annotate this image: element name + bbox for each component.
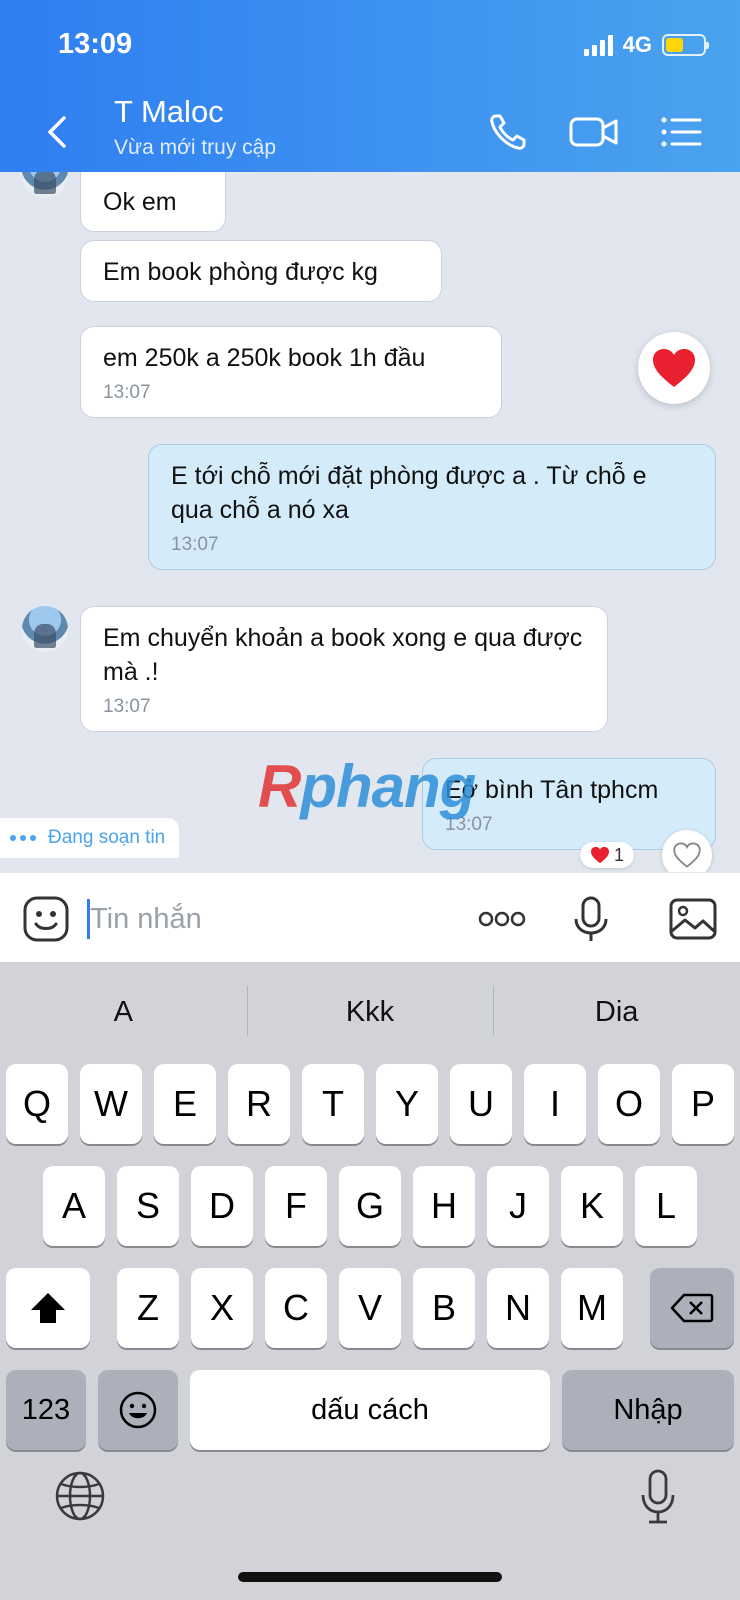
key-i[interactable]: I	[524, 1064, 586, 1144]
key-x[interactable]: X	[191, 1268, 253, 1348]
key-a[interactable]: A	[43, 1166, 105, 1246]
message-text: Eở bình Tân tphcm	[445, 776, 659, 804]
numbers-key[interactable]: 123	[6, 1370, 86, 1450]
typing-indicator: Đang soạn tin	[0, 818, 180, 858]
emoji-key[interactable]	[98, 1370, 178, 1450]
battery-icon	[662, 34, 709, 56]
key-p[interactable]: P	[672, 1064, 734, 1144]
key-t[interactable]: T	[302, 1064, 364, 1144]
message-bubble-outgoing[interactable]: E tới chỗ mới đặt phòng được a . Từ chỗ …	[148, 444, 716, 570]
shift-icon	[31, 1293, 65, 1323]
message-text: E tới chỗ mới đặt phòng được a . Từ chỗ …	[171, 462, 647, 524]
typing-text: Đang soạn tin	[48, 827, 166, 848]
contact-avatar[interactable]	[22, 606, 68, 652]
key-s[interactable]: S	[117, 1166, 179, 1246]
suggestion-item[interactable]: Kkk	[246, 985, 494, 1036]
suggestion-bar: A Kkk Dia	[0, 962, 740, 1062]
key-u[interactable]: U	[450, 1064, 512, 1144]
key-v[interactable]: V	[339, 1268, 401, 1348]
heart-icon	[591, 846, 609, 864]
key-d[interactable]: D	[191, 1166, 253, 1246]
chat-header: 13:09 4G T Maloc Vừa mới truy cập	[0, 0, 740, 172]
shift-key[interactable]	[6, 1268, 90, 1348]
watermark-logo: Rphang	[258, 753, 476, 820]
heart-outline-icon	[673, 842, 701, 868]
message-bubble-incoming[interactable]: em 250k a 250k book 1h đầu 13:07	[80, 326, 502, 418]
key-z[interactable]: Z	[117, 1268, 179, 1348]
message-text: Ok em	[103, 188, 177, 216]
status-indicators: 4G	[583, 32, 709, 58]
message-bubble-incoming[interactable]: Em chuyển khoản a book xong e qua được m…	[80, 606, 608, 732]
status-time: 13:09	[58, 28, 133, 60]
menu-list-icon[interactable]	[660, 108, 702, 156]
message-time: 13:07	[445, 814, 493, 835]
key-f[interactable]: F	[265, 1166, 327, 1246]
typing-dots-icon	[10, 835, 36, 841]
key-n[interactable]: N	[487, 1268, 549, 1348]
space-key[interactable]: dấu cách	[190, 1370, 550, 1450]
message-input[interactable]	[86, 897, 446, 941]
network-type: 4G	[622, 32, 652, 57]
key-m[interactable]: M	[561, 1268, 623, 1348]
key-h[interactable]: H	[413, 1166, 475, 1246]
contact-avatar[interactable]	[22, 172, 68, 198]
message-time: 13:07	[103, 696, 151, 717]
sticker-icon[interactable]	[22, 895, 70, 943]
contact-name[interactable]: T Maloc	[114, 94, 224, 130]
key-c[interactable]: C	[265, 1268, 327, 1348]
heart-icon	[653, 349, 695, 387]
message-bubble-incoming[interactable]: Ok em	[80, 172, 226, 232]
emoji-icon	[119, 1391, 157, 1429]
back-icon[interactable]	[40, 112, 74, 152]
phone-icon[interactable]	[484, 108, 532, 156]
dictation-icon[interactable]	[638, 1468, 678, 1526]
message-composer	[0, 872, 740, 962]
backspace-icon	[670, 1293, 714, 1323]
key-j[interactable]: J	[487, 1166, 549, 1246]
key-g[interactable]: G	[339, 1166, 401, 1246]
message-time: 13:07	[171, 534, 219, 555]
message-text: Em chuyển khoản a book xong e qua được m…	[103, 624, 583, 686]
suggestion-item[interactable]: A	[0, 996, 247, 1029]
reaction-count: 1	[614, 844, 625, 865]
more-options-icon[interactable]	[476, 895, 528, 943]
key-k[interactable]: K	[561, 1166, 623, 1246]
key-e[interactable]: E	[154, 1064, 216, 1144]
image-picker-icon[interactable]	[668, 895, 718, 943]
message-time: 13:07	[103, 382, 151, 403]
contact-status: Vừa mới truy cập	[114, 136, 277, 159]
key-w[interactable]: W	[80, 1064, 142, 1144]
message-bubble-incoming[interactable]: Em book phòng được kg	[80, 240, 442, 302]
video-call-icon[interactable]	[568, 108, 620, 156]
return-key[interactable]: Nhập	[562, 1370, 734, 1450]
reaction-heart-button[interactable]	[638, 332, 710, 404]
react-heart-button[interactable]	[662, 830, 712, 872]
signal-icon	[583, 34, 613, 56]
home-indicator[interactable]	[238, 1572, 502, 1582]
message-text: Em book phòng được kg	[103, 258, 378, 286]
keyboard: A Kkk Dia Q W E R T Y U I O P A S D F G …	[0, 962, 740, 1600]
backspace-key[interactable]	[650, 1268, 734, 1348]
key-y[interactable]: Y	[376, 1064, 438, 1144]
key-l[interactable]: L	[635, 1166, 697, 1246]
globe-icon[interactable]	[54, 1470, 106, 1522]
key-b[interactable]: B	[413, 1268, 475, 1348]
message-list[interactable]: Ok em Em book phòng được kg em 250k a 25…	[0, 172, 740, 872]
key-o[interactable]: O	[598, 1064, 660, 1144]
reaction-count-badge[interactable]: 1	[580, 842, 635, 868]
message-text: em 250k a 250k book 1h đầu	[103, 344, 426, 372]
key-q[interactable]: Q	[6, 1064, 68, 1144]
key-r[interactable]: R	[228, 1064, 290, 1144]
microphone-icon[interactable]	[568, 895, 614, 943]
suggestion-item[interactable]: Dia	[493, 985, 740, 1036]
